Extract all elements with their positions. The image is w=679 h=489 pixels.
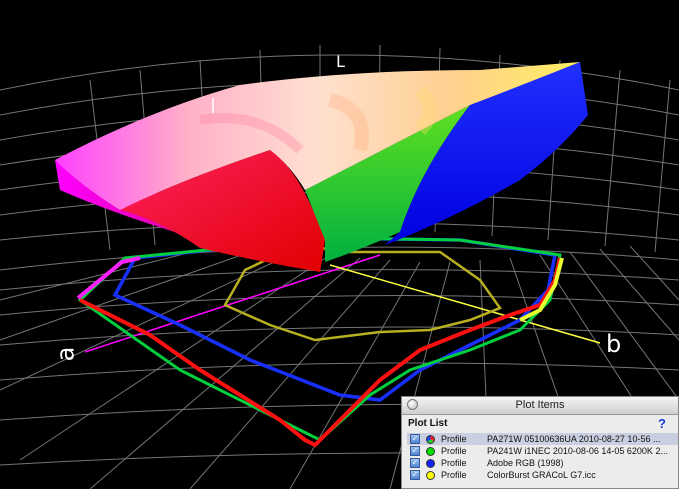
plot-items-panel: Plot Items Plot List ? ✓ Profile PA271W 05… [401, 396, 679, 489]
visibility-checkbox[interactable]: ✓ [410, 434, 420, 444]
color-swatch-icon [426, 458, 435, 468]
gamut-outline-adobe-rgb [112, 236, 558, 402]
row-name: ColorBurst GRACoL G7.icc [487, 470, 596, 480]
help-icon[interactable]: ? [658, 416, 666, 431]
color-swatch-icon [426, 434, 435, 444]
plot-list-row[interactable]: ✓ Profile PA271W 05100636UA 2010-08-27 10-… [407, 433, 678, 445]
plot-list-row[interactable]: ✓ Profile ColorBurst GRACoL G7.icc [407, 469, 678, 481]
row-name: PA271W 05100636UA 2010-08-27 10-56 ... [487, 434, 661, 444]
plot-list-label: Plot List [408, 418, 448, 429]
plot-list: ✓ Profile PA271W 05100636UA 2010-08-27 10-… [407, 433, 678, 481]
visibility-checkbox[interactable]: ✓ [410, 470, 420, 480]
plot-list-header: Plot List ? [402, 415, 678, 433]
row-name: PA241W i1NEC 2010-08-06 14-05 6200K 2... [487, 446, 668, 456]
visibility-checkbox[interactable]: ✓ [410, 446, 420, 456]
gamut-solid [55, 62, 588, 272]
row-type: Profile [441, 470, 467, 480]
row-name: Adobe RGB (1998) [487, 458, 564, 468]
l-axis-label: L [336, 52, 345, 71]
plot-list-row[interactable]: ✓ Profile PA241W i1NEC 2010-08-06 14-05 62… [407, 445, 678, 457]
visibility-checkbox[interactable]: ✓ [410, 458, 420, 468]
row-type: Profile [441, 446, 467, 456]
color-swatch-icon [426, 470, 435, 480]
b-axis-label: b [606, 330, 622, 358]
panel-title: Plot Items [515, 399, 565, 411]
panel-titlebar[interactable]: Plot Items [402, 397, 678, 415]
color-swatch-icon [426, 446, 435, 456]
a-axis-label: a [51, 346, 80, 362]
row-type: Profile [441, 458, 467, 468]
plot-list-row[interactable]: ✓ Profile Adobe RGB (1998) [407, 457, 678, 469]
row-type: Profile [441, 434, 467, 444]
